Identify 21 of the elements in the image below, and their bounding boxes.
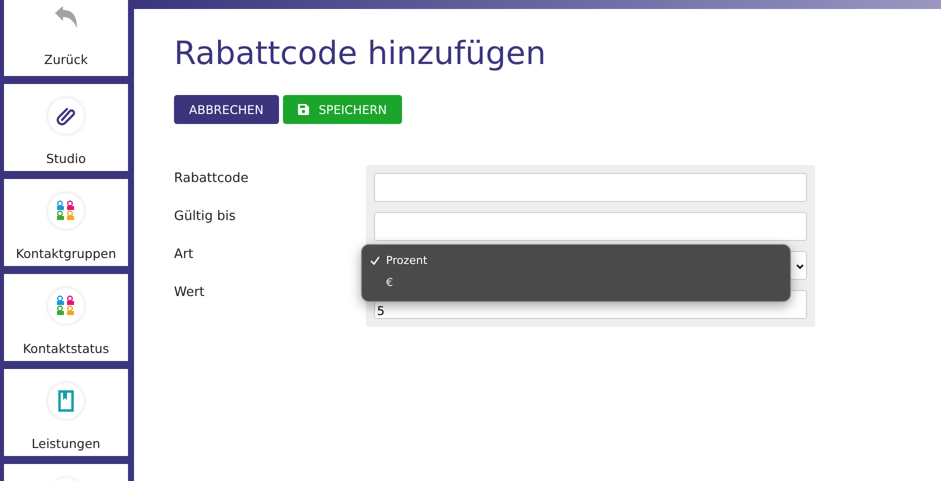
people-group-icon [55, 200, 77, 222]
book-icon [58, 390, 74, 412]
chevron-icon [796, 262, 804, 270]
people-group-icon [55, 295, 77, 317]
sidebar-item[interactable]: Kontaktstatus [4, 274, 128, 361]
undo-arrow-icon [53, 4, 79, 30]
field-label: Art [174, 246, 194, 264]
dropdown-option[interactable]: € [362, 275, 393, 291]
sidebar-item[interactable]: Leistungen [4, 369, 128, 456]
field-label: Wert [174, 284, 205, 302]
sidebar-item[interactable]: Studio [4, 84, 128, 171]
text-field[interactable] [374, 173, 807, 202]
text-field[interactable] [374, 212, 807, 241]
page-title: Rabattcode hinzufügen [174, 33, 547, 74]
sidebar-item[interactable]: Kontaktgruppen [4, 179, 128, 266]
field-label: Rabattcode [174, 170, 248, 188]
field-label: Gültig bis [174, 208, 236, 226]
dropdown-option[interactable]: Prozent [362, 253, 428, 269]
cancel-button[interactable]: ABBRECHEN [174, 95, 279, 124]
paperclip-icon [56, 106, 76, 126]
sidebar-item[interactable]: Zurück [4, 0, 128, 76]
